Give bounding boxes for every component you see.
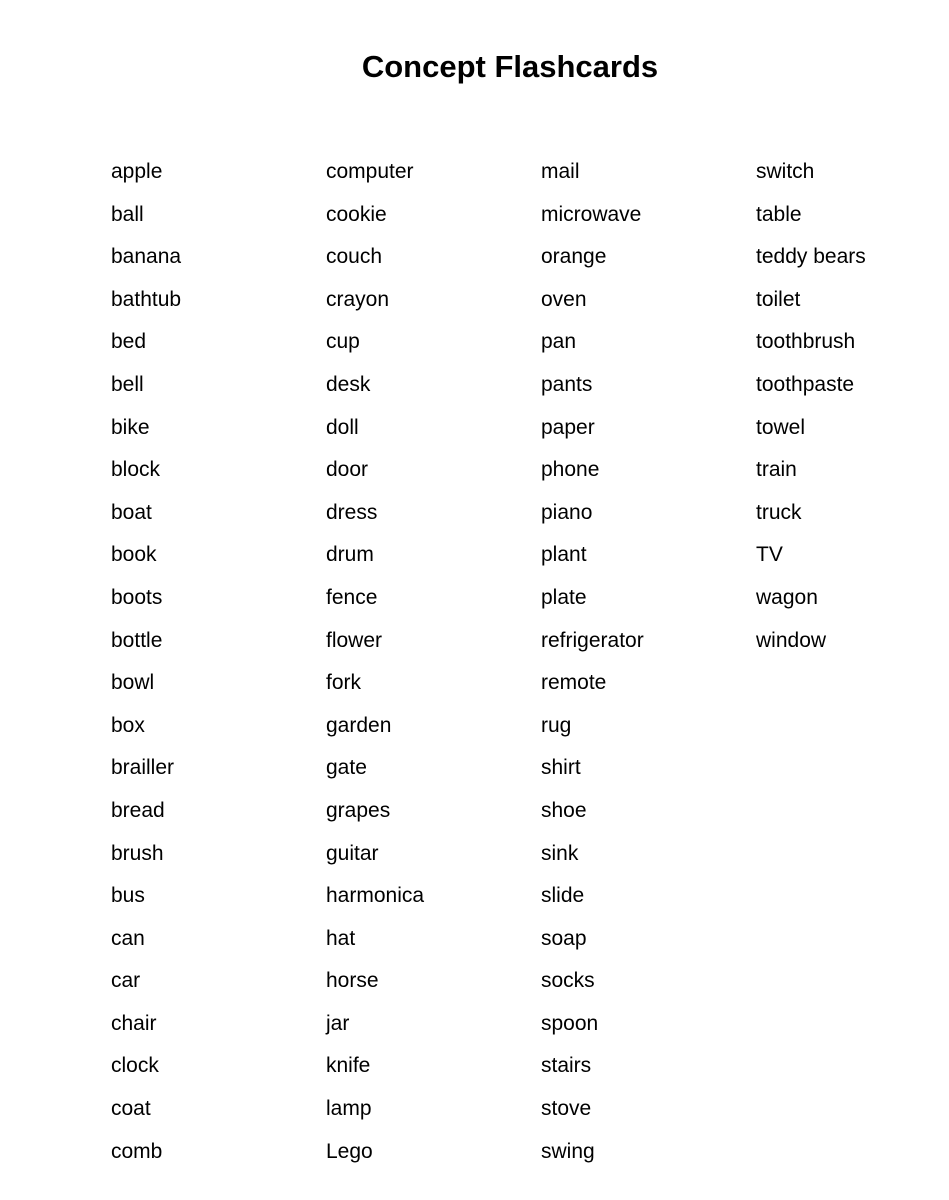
word-item: brailler xyxy=(111,756,175,780)
word-item: block xyxy=(111,458,161,482)
word-item: bowl xyxy=(111,671,155,695)
word-item: shoe xyxy=(541,798,587,822)
word-item: hat xyxy=(326,926,356,950)
word-item: pan xyxy=(541,330,577,354)
word-item: comb xyxy=(111,1139,163,1163)
word-item: stove xyxy=(541,1097,592,1121)
word-item: desk xyxy=(326,372,371,396)
word-item: towel xyxy=(756,415,806,439)
word-item: lamp xyxy=(326,1097,372,1121)
word-item: toothpaste xyxy=(756,372,855,396)
word-item: apple xyxy=(111,160,163,183)
word-item: computer xyxy=(326,160,414,183)
word-item: can xyxy=(111,926,145,950)
word-item: window xyxy=(756,628,827,652)
word-item: bus xyxy=(111,884,145,908)
word-item: sink xyxy=(541,841,579,865)
word-item: TV xyxy=(756,543,783,567)
word-column-1: apple ball banana bathtub bed bell bike block bo… xyxy=(111,151,321,1173)
word-item: stairs xyxy=(541,1054,592,1078)
word-item: box xyxy=(111,713,145,737)
word-item: Lego xyxy=(326,1139,373,1163)
word-item: truck xyxy=(756,500,802,524)
word-item: jar xyxy=(326,1011,350,1035)
word-item: piano xyxy=(541,500,593,524)
word-item: microwave xyxy=(541,202,642,226)
word-item: door xyxy=(326,458,369,482)
word-item: pants xyxy=(541,372,593,396)
word-item: brush xyxy=(111,841,164,865)
word-item: crayon xyxy=(326,287,390,311)
word-column-4: switch table teddy bears toilet toothbrush to… xyxy=(756,151,949,662)
word-item: soap xyxy=(541,926,587,950)
word-item: train xyxy=(756,458,797,482)
word-item: boots xyxy=(111,585,163,609)
word-column-3: mail microwave orange oven pan pants paper phon… xyxy=(541,151,751,1173)
word-item: fence xyxy=(326,585,378,609)
word-item: flower xyxy=(326,628,383,652)
word-item: car xyxy=(111,969,141,993)
word-item: cup xyxy=(326,330,360,354)
word-item: guitar xyxy=(326,841,379,865)
word-item: dress xyxy=(326,500,378,524)
word-item: remote xyxy=(541,671,607,695)
word-item: shirt xyxy=(541,756,581,780)
word-item: plant xyxy=(541,543,587,567)
word-item: ball xyxy=(111,202,144,226)
word-item: toilet xyxy=(756,287,801,311)
word-item: drum xyxy=(326,543,374,567)
word-item: switch xyxy=(756,160,815,183)
word-item: rug xyxy=(541,713,572,737)
page-title: Concept Flashcards xyxy=(361,49,659,84)
word-item: paper xyxy=(541,415,595,439)
word-item: slide xyxy=(541,884,585,908)
word-item: mail xyxy=(541,160,580,183)
word-item: cookie xyxy=(326,202,387,226)
word-item: knife xyxy=(326,1054,371,1078)
word-item: refrigerator xyxy=(541,628,644,652)
word-item: bike xyxy=(111,415,150,439)
word-item: clock xyxy=(111,1054,159,1078)
word-item: toothbrush xyxy=(756,330,856,354)
word-item: bed xyxy=(111,330,147,354)
word-item: table xyxy=(756,202,802,226)
word-item: couch xyxy=(326,245,383,269)
word-item: teddy bears xyxy=(756,245,866,269)
word-item: banana xyxy=(111,245,182,269)
word-item: coat xyxy=(111,1097,151,1121)
word-item: garden xyxy=(326,713,392,737)
word-item: book xyxy=(111,543,157,567)
word-column-2: computer cookie couch crayon cup desk doll door… xyxy=(326,151,536,1173)
word-item: fork xyxy=(326,671,362,695)
word-item: wagon xyxy=(756,585,818,609)
word-item: bell xyxy=(111,372,144,396)
word-item: chair xyxy=(111,1011,157,1035)
word-item: doll xyxy=(326,415,359,439)
word-item: swing xyxy=(541,1139,595,1163)
word-item: gate xyxy=(326,756,367,780)
word-item: bathtub xyxy=(111,287,182,311)
word-item: plate xyxy=(541,585,587,609)
word-item: grapes xyxy=(326,798,391,822)
word-item: horse xyxy=(326,969,379,993)
word-item: boat xyxy=(111,500,152,524)
word-item: harmonica xyxy=(326,884,425,908)
word-item: bottle xyxy=(111,628,163,652)
word-item: bread xyxy=(111,798,165,822)
word-item: orange xyxy=(541,245,607,269)
word-item: phone xyxy=(541,458,600,482)
word-item: spoon xyxy=(541,1011,599,1035)
word-item: oven xyxy=(541,287,587,311)
word-item: socks xyxy=(541,969,595,993)
